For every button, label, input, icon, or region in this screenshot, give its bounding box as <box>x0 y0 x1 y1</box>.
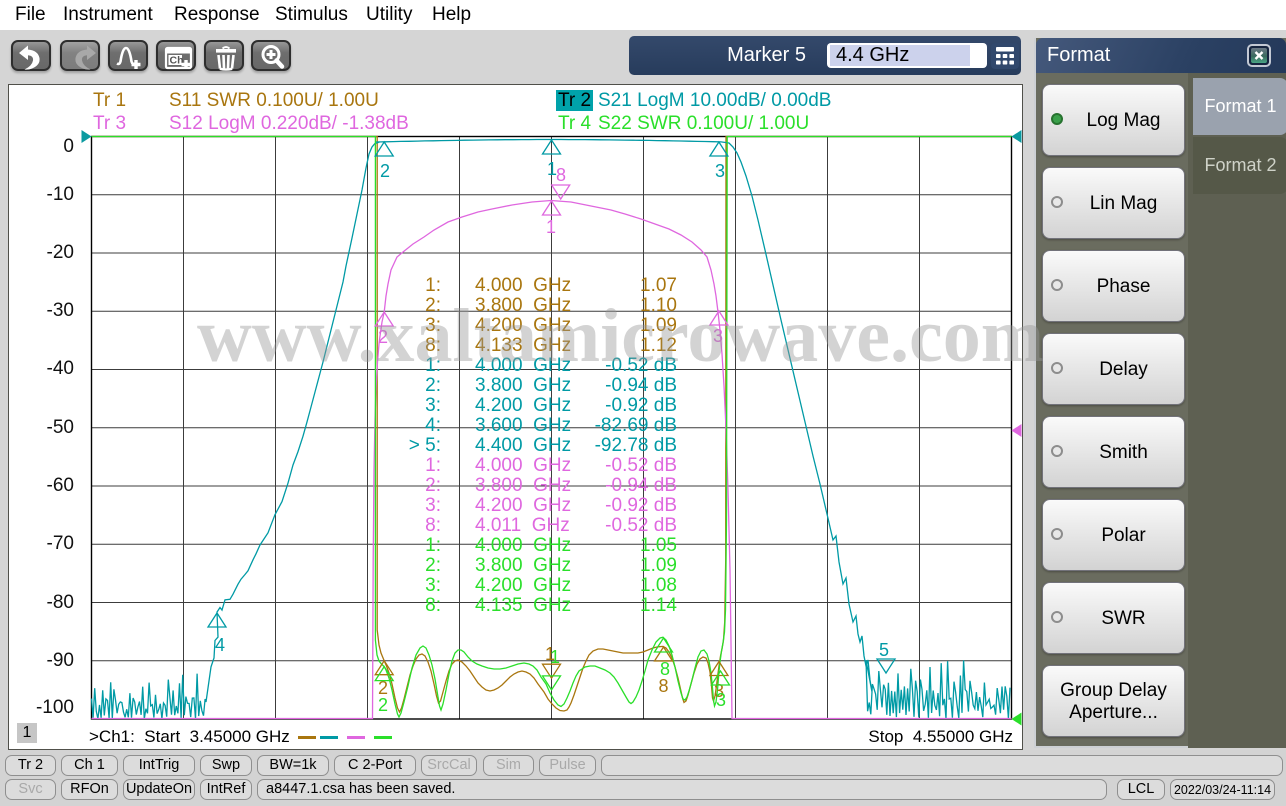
svg-text:Ch: Ch <box>169 54 183 66</box>
